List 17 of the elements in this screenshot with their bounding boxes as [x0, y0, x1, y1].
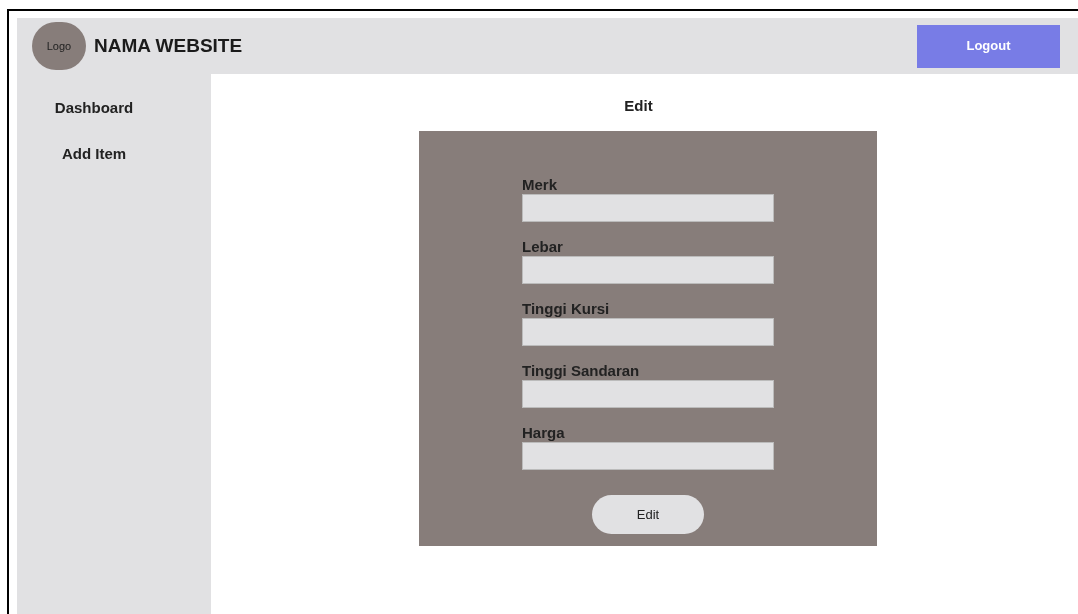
field-label: Lebar: [522, 237, 564, 256]
field-label: Tinggi Kursi: [522, 299, 611, 318]
field-label: Harga: [522, 423, 566, 442]
sidebar-item[interactable]: Add Item: [61, 144, 127, 164]
input-field[interactable]: [522, 256, 774, 284]
sidebar-item[interactable]: Dashboard: [54, 98, 134, 118]
input-field[interactable]: [522, 194, 774, 222]
field-label: Merk: [522, 175, 559, 194]
logout-button[interactable]: Logout: [917, 24, 1060, 68]
input-field[interactable]: [522, 318, 774, 346]
edit-button[interactable]: Edit: [592, 495, 704, 534]
site-name: NAMA WEBSITE: [94, 33, 243, 58]
logo: Logo: [32, 22, 86, 70]
field-label: Tinggi Sandaran: [522, 361, 641, 380]
input-field[interactable]: [522, 380, 774, 408]
input-field[interactable]: [522, 442, 774, 470]
page-title: Edit: [624, 96, 653, 116]
